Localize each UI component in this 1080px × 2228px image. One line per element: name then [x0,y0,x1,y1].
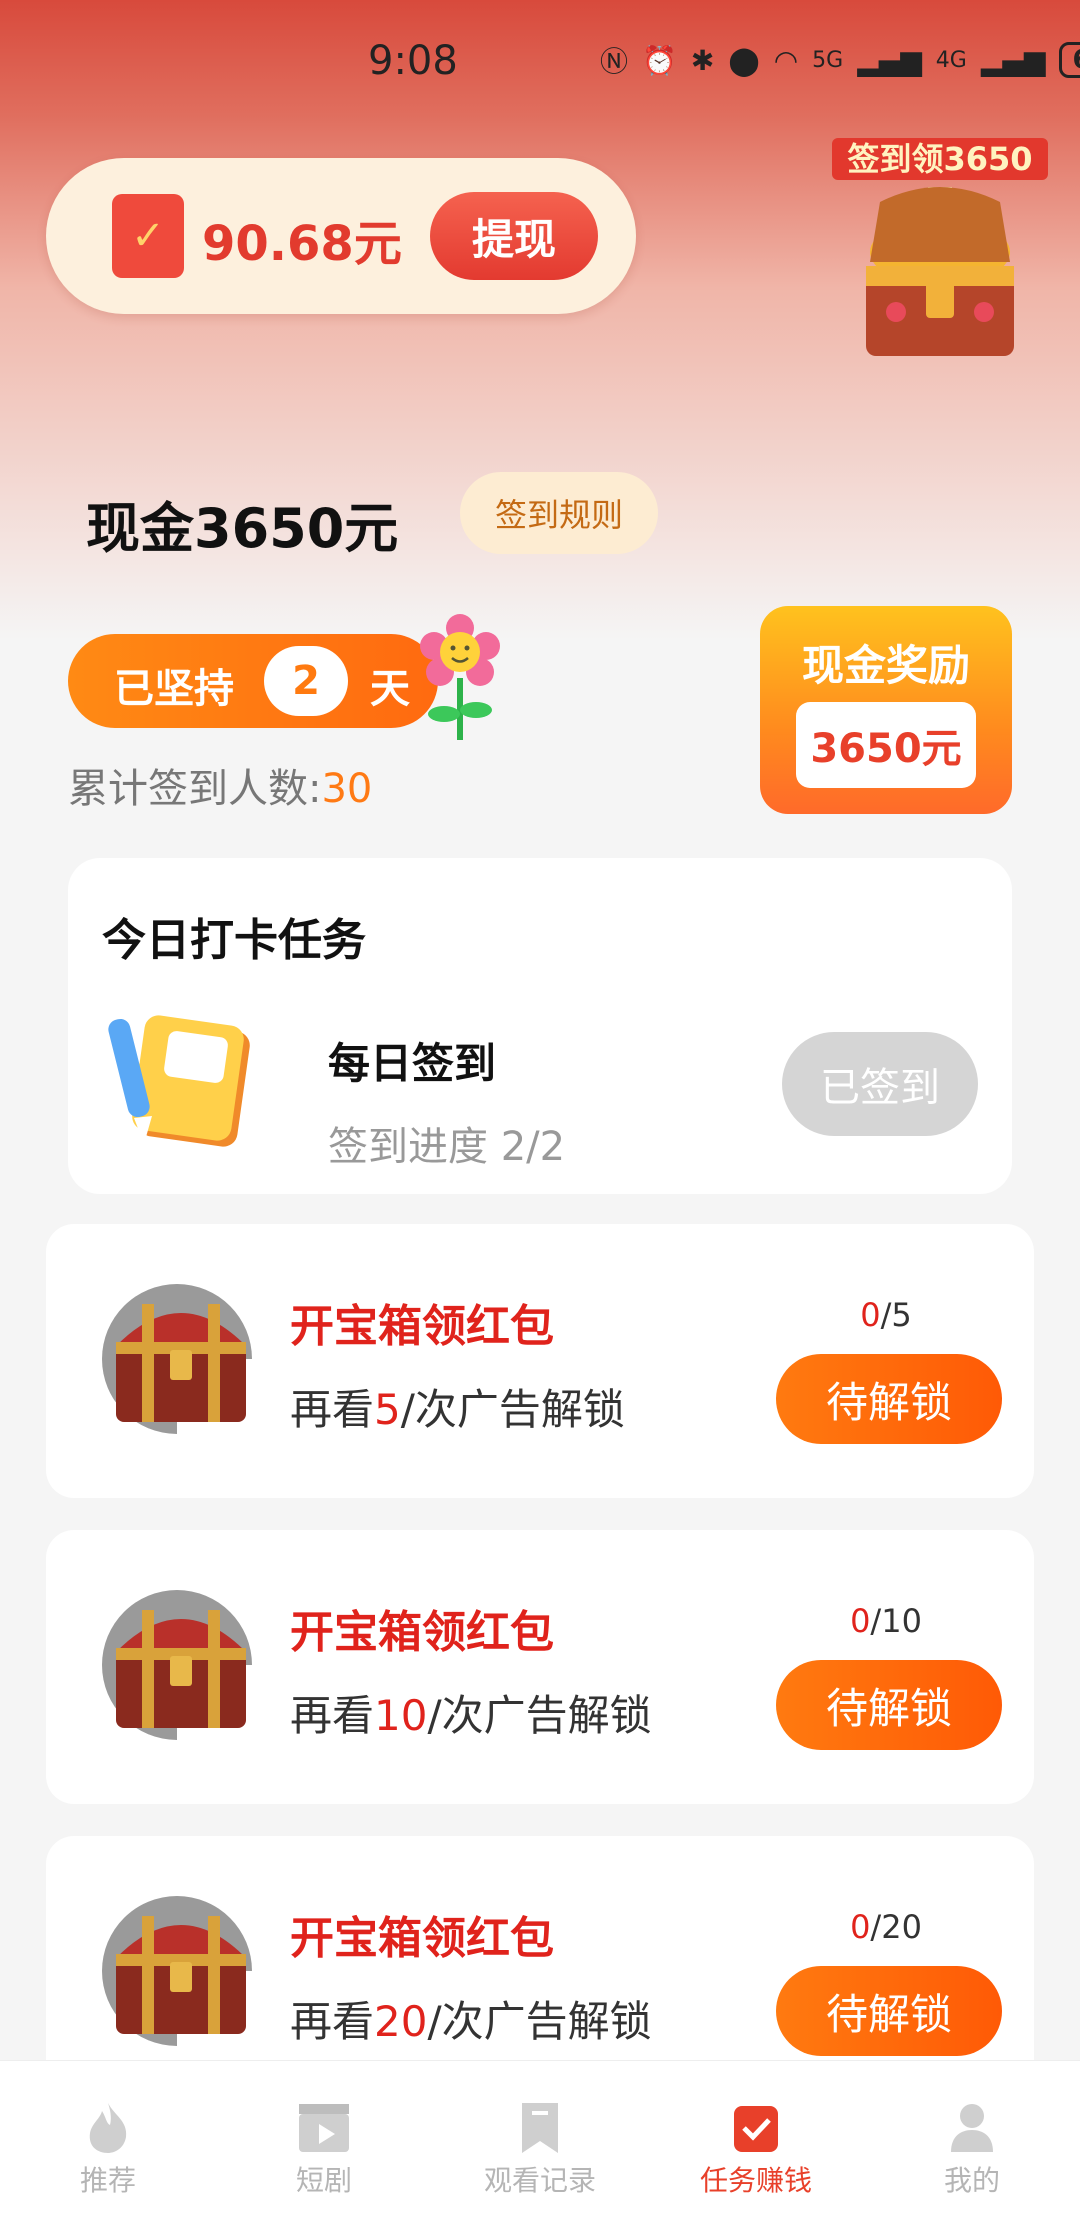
alarm-icon: ⏰ [642,43,677,77]
treasure-chest-icon [102,1590,252,1740]
nfc-icon: Ⓝ [600,45,629,78]
task-description: 再看20/次广告解锁 [290,1988,652,2049]
task-desc-prefix: 再看 [290,1997,375,2046]
task-progress-count: 0/5 [776,1296,996,1334]
streak-days: 2 [264,646,348,716]
task-desc-suffix: /次广告解锁 [427,1691,652,1740]
task-desc-count: 5 [374,1385,401,1434]
task-count-current: 0 [850,1908,871,1946]
task-desc-count: 20 [374,1997,428,2046]
task-description: 再看10/次广告解锁 [290,1682,652,1743]
task-count-total: /5 [880,1296,912,1334]
nav-label: 我的 [943,2164,1000,2197]
task-progress-count: 0/20 [776,1908,996,1946]
notebook-icon [108,1015,250,1147]
checkin-rules-button[interactable]: 签到规则 [460,472,658,554]
signal-bars-icon: ▂▄▆ [857,43,922,77]
task-checkmark-icon [729,2101,783,2155]
cash-reward-card[interactable]: 现金奖励 3650元 [760,606,1012,814]
signal-bars-icon: ▂▄▆ [980,43,1046,77]
unlock-button[interactable]: 待解锁 [776,1354,1002,1444]
unlock-button[interactable]: 待解锁 [776,1660,1002,1750]
treasure-chest-icon [102,1284,252,1434]
nav-item-mine[interactable]: 我的 [864,2061,1080,2228]
promo-label: 签到领3650元 [832,138,1048,220]
daily-checkin-progress: 签到进度 2/2 [328,1124,566,1170]
balance-amount: 90.68元 [202,216,402,272]
task-desc-suffix: /次广告解锁 [400,1385,625,1434]
task-count-current: 0 [860,1296,881,1334]
signup-count-value: 30 [321,766,373,812]
today-tasks-card: 今日打卡任务 每日签到 签到进度 2/2 已签到 [68,858,1012,1194]
bluetooth-icon: ✱ [690,43,715,77]
nav-label: 观看记录 [483,2164,596,2197]
task-count-total: /10 [870,1602,922,1640]
checked-in-button[interactable]: 已签到 [782,1032,978,1136]
status-time: 9:08 [368,38,458,84]
streak-suffix: 天 [370,666,410,712]
task-description: 再看5/次广告解锁 [290,1376,625,1437]
wifi-icon: ◠ [773,43,799,77]
nav-item-earn-tasks[interactable]: 任务赚钱 [648,2061,864,2228]
streak-prefix: 已坚持 [114,666,234,712]
task-desc-prefix: 再看 [290,1691,375,1740]
status-icons: Ⓝ ⏰ ✱ ⬤ ◠ 5G ▂▄▆ 4G ▂▄▆ 66 [600,40,1080,80]
task-desc-count: 10 [374,1691,428,1740]
user-icon [945,2101,999,2155]
location-icon: ⬤ [728,43,760,77]
task-count-current: 0 [850,1602,871,1640]
nav-label: 短剧 [295,2164,352,2197]
flower-icon [420,614,500,740]
nav-item-short-drama[interactable]: 短剧 [216,2061,432,2228]
task-desc-prefix: 再看 [290,1385,375,1434]
treasure-chest-icon [866,187,1014,356]
chest-task-card: 开宝箱领红包 再看5/次广告解锁 0/5 待解锁 [46,1224,1034,1498]
treasure-chest-icon [102,1896,252,2046]
task-desc-suffix: /次广告解锁 [427,1997,652,2046]
clapperboard-icon [297,2101,351,2155]
battery-indicator: 66 [1059,42,1080,78]
nav-label: 任务赚钱 [699,2164,812,2197]
status-bar: 9:08 Ⓝ ⏰ ✱ ⬤ ◠ 5G ▂▄▆ 4G ▂▄▆ 66 [0,0,1080,126]
reward-title: 现金奖励 [801,641,970,690]
task-title: 开宝箱领红包 [290,1301,554,1352]
signal-4g-label: 4G [935,47,967,73]
task-title: 开宝箱领红包 [290,1913,554,1964]
signal-5g-label: 5G [812,47,844,73]
bookmark-icon [513,2101,567,2155]
balance-pill: ✓ 90.68元 提现 [46,158,636,314]
cash-title: 现金3650元 [86,497,399,560]
reward-value: 3650元 [796,702,976,788]
bottom-nav: 推荐 短剧 观看记录 任务赚钱 我的 [0,2060,1080,2228]
nav-label: 推荐 [79,2164,136,2197]
streak-pill: 已坚持 2 天 [68,634,438,728]
chest-task-card: 开宝箱领红包 再看10/次广告解锁 0/10 待解锁 [46,1530,1034,1804]
task-title: 开宝箱领红包 [290,1607,554,1658]
nav-item-recommend[interactable]: 推荐 [0,2061,216,2228]
daily-checkin-name: 每日签到 [328,1039,497,1088]
task-progress-count: 0/10 [776,1602,996,1640]
promo-treasure[interactable]: 签到领3650元 [830,138,1050,378]
signup-count: 累计签到人数:30 [68,756,372,814]
withdraw-button[interactable]: 提现 [430,192,598,280]
unlock-button[interactable]: 待解锁 [776,1966,1002,2056]
red-packet-icon: ✓ [112,194,184,278]
flame-icon [81,2101,135,2155]
signup-count-label: 累计签到人数: [68,766,322,812]
nav-item-watch-history[interactable]: 观看记录 [432,2061,648,2228]
task-count-total: /20 [870,1908,922,1946]
today-tasks-title: 今日打卡任务 [102,915,366,966]
